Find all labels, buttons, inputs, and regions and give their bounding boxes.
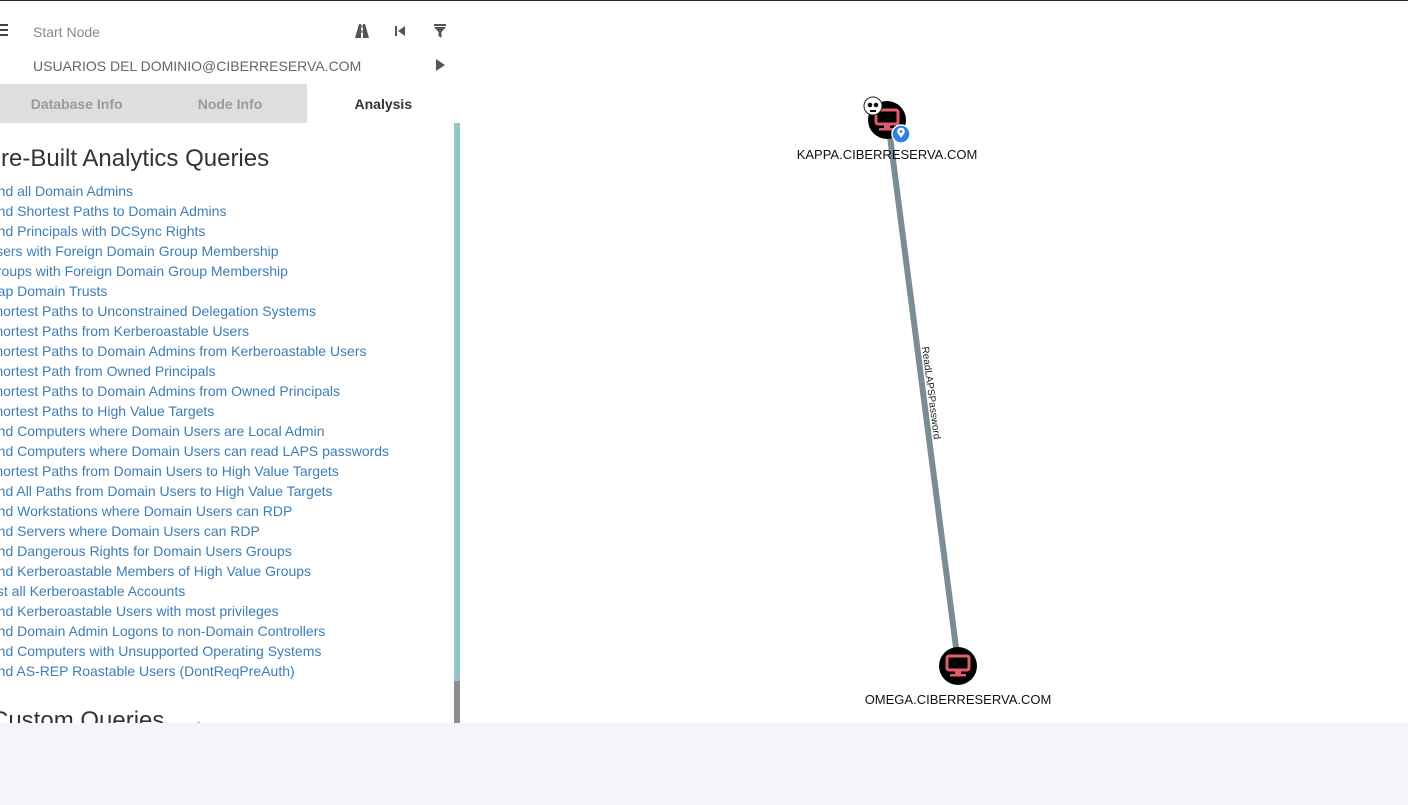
- target-node-input[interactable]: USUARIOS DEL DOMINIO@CIBERRESERVA.COM: [33, 58, 361, 74]
- query-list: Find all Domain Admins Find Shortest Pat…: [0, 181, 389, 681]
- query-link[interactable]: Find Workstations where Domain Users can…: [0, 501, 389, 521]
- refresh-icon[interactable]: [190, 714, 204, 723]
- tab-analysis[interactable]: Analysis: [306, 84, 460, 123]
- analysis-content: Pre-Built Analytics Queries Find all Dom…: [0, 123, 454, 723]
- query-link[interactable]: Map Domain Trusts: [0, 281, 389, 301]
- prebuilt-queries-title: Pre-Built Analytics Queries: [0, 145, 270, 172]
- query-link[interactable]: Find AS-REP Roastable Users (DontReqPreA…: [0, 661, 389, 681]
- panel-scrollbar-track[interactable]: [454, 123, 460, 723]
- start-node-input[interactable]: [33, 21, 333, 43]
- node-label-kappa[interactable]: KAPPA.CIBERRESERVA.COM: [797, 147, 978, 162]
- query-link[interactable]: Shortest Paths to Domain Admins from Ker…: [0, 341, 389, 361]
- query-link[interactable]: Find Servers where Domain Users can RDP: [0, 521, 389, 541]
- query-link[interactable]: Shortest Paths to Unconstrained Delegati…: [0, 301, 389, 321]
- query-link[interactable]: Find Shortest Paths to Domain Admins: [0, 201, 389, 221]
- query-link[interactable]: Groups with Foreign Domain Group Members…: [0, 261, 389, 281]
- filter-icon[interactable]: [431, 22, 449, 40]
- location-pin-icon: [891, 124, 911, 144]
- query-link[interactable]: Find all Domain Admins: [0, 181, 389, 201]
- start-node-row: [0, 15, 460, 49]
- query-link[interactable]: Find All Paths from Domain Users to High…: [0, 481, 389, 501]
- query-link[interactable]: Shortest Paths to High Value Targets: [0, 401, 389, 421]
- query-link[interactable]: Find Computers where Domain Users can re…: [0, 441, 389, 461]
- panel-tabs: Database Info Node Info Analysis: [0, 84, 460, 123]
- query-link[interactable]: Shortest Path from Owned Principals: [0, 361, 389, 381]
- query-link[interactable]: Find Domain Admin Logons to non-Domain C…: [0, 621, 389, 641]
- skip-back-icon[interactable]: [391, 22, 409, 40]
- play-icon[interactable]: [431, 56, 449, 74]
- node-circle[interactable]: [939, 647, 977, 685]
- query-link[interactable]: Find Principals with DCSync Rights: [0, 221, 389, 241]
- search-panel: USUARIOS DEL DOMINIO@CIBERRESERVA.COM Da…: [0, 15, 460, 723]
- target-node-row: USUARIOS DEL DOMINIO@CIBERRESERVA.COM: [0, 49, 460, 83]
- panel-scrollbar-thumb[interactable]: [454, 681, 460, 723]
- graph-edge[interactable]: [887, 120, 959, 664]
- query-link[interactable]: Find Kerberoastable Users with most priv…: [0, 601, 389, 621]
- query-link[interactable]: Find Computers with Unsupported Operatin…: [0, 641, 389, 661]
- query-link[interactable]: Shortest Paths from Kerberoastable Users: [0, 321, 389, 341]
- query-link[interactable]: Find Dangerous Rights for Domain Users G…: [0, 541, 389, 561]
- query-link[interactable]: Find Computers where Domain Users are Lo…: [0, 421, 389, 441]
- pencil-icon[interactable]: [170, 714, 184, 723]
- tab-node-info[interactable]: Node Info: [153, 84, 307, 123]
- query-link[interactable]: Find Kerberoastable Members of High Valu…: [0, 561, 389, 581]
- custom-queries-header: Custom Queries: [0, 707, 204, 723]
- graph-svg[interactable]: ReadLAPSPassword: [460, 1, 1408, 723]
- query-link[interactable]: Users with Foreign Domain Group Membersh…: [0, 241, 389, 261]
- tab-database-info[interactable]: Database Info: [0, 84, 154, 123]
- custom-queries-title: Custom Queries: [0, 707, 165, 723]
- skull-icon: [863, 96, 883, 116]
- query-link[interactable]: Shortest Paths to Domain Admins from Own…: [0, 381, 389, 401]
- graph-node-omega[interactable]: [939, 647, 977, 685]
- query-link[interactable]: List all Kerberoastable Accounts: [0, 581, 389, 601]
- hamburger-menu-icon[interactable]: [0, 24, 8, 38]
- query-link[interactable]: Shortest Paths from Domain Users to High…: [0, 461, 389, 481]
- graph-canvas[interactable]: ReadLAPSPassword KAPPA.CIBERRESERVA.COM …: [460, 1, 1408, 723]
- road-icon[interactable]: [353, 22, 371, 40]
- graph-node-kappa[interactable]: [863, 96, 911, 144]
- node-label-omega[interactable]: OMEGA.CIBERRESERVA.COM: [865, 692, 1052, 707]
